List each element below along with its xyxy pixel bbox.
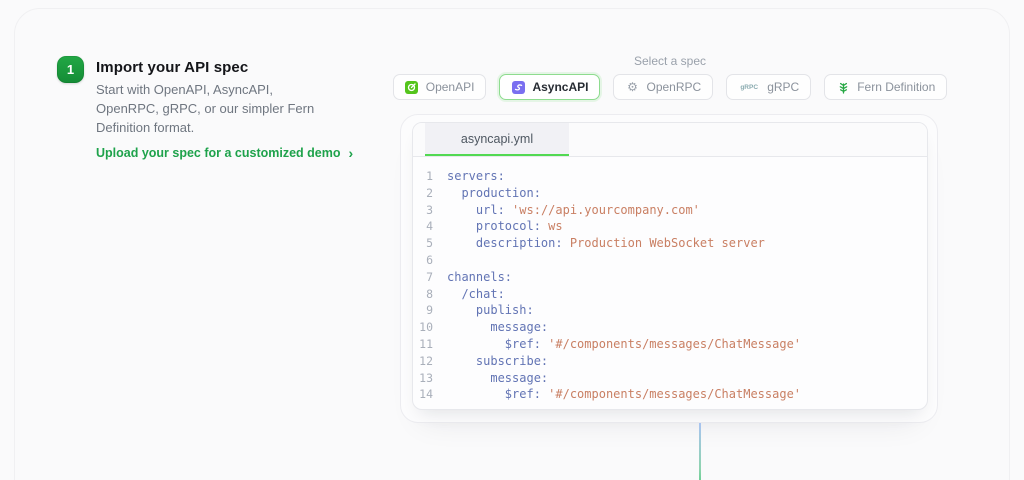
fern-icon <box>836 80 850 94</box>
chevron-right-icon: › <box>349 146 354 160</box>
line-number: 8 <box>413 286 447 303</box>
line-number: 2 <box>413 185 447 202</box>
spec-button-openapi[interactable]: OpenAPI <box>393 74 487 100</box>
spec-button-asyncapi[interactable]: AsyncAPI <box>499 74 600 100</box>
spec-button-label: gRPC <box>767 80 799 94</box>
line-number: 13 <box>413 370 447 387</box>
spec-button-openrpc[interactable]: ⚙ OpenRPC <box>613 74 713 100</box>
step-description: Start with OpenAPI, AsyncAPI, OpenRPC, g… <box>96 81 320 138</box>
spec-button-fern-definition[interactable]: Fern Definition <box>824 74 947 100</box>
editor-tab-bar: asyncapi.yml <box>413 123 927 157</box>
code-text: publish: <box>447 302 534 319</box>
asyncapi-icon <box>511 80 525 94</box>
grpc-icon: gRPC <box>738 80 760 94</box>
code-line: 8 /chat: <box>413 286 927 303</box>
step-number-badge: 1 <box>57 56 84 83</box>
code-text: url: 'ws://api.yourcompany.com' <box>447 202 700 219</box>
code-line: 4 protocol: ws <box>413 218 927 235</box>
line-number: 5 <box>413 235 447 252</box>
code-line: 11 $ref: '#/components/messages/ChatMess… <box>413 336 927 353</box>
code-text: $ref: '#/components/messages/ChatMessage… <box>447 386 801 403</box>
code-text: subscribe: <box>447 353 548 370</box>
code-text: servers: <box>447 168 505 185</box>
line-number: 7 <box>413 269 447 286</box>
line-number: 4 <box>413 218 447 235</box>
code-line: 9 publish: <box>413 302 927 319</box>
code-line: 5 description: Production WebSocket serv… <box>413 235 927 252</box>
spec-button-label: Fern Definition <box>857 80 935 94</box>
spec-button-label: OpenAPI <box>426 80 475 94</box>
upload-spec-link-label: Upload your spec for a customized demo <box>96 146 341 160</box>
step-title: Import your API spec <box>96 59 248 76</box>
code-text: /chat: <box>447 286 505 303</box>
flow-connector-line <box>699 423 701 480</box>
code-text: channels: <box>447 269 512 286</box>
code-line: 12 subscribe: <box>413 353 927 370</box>
spec-button-label: OpenRPC <box>646 80 701 94</box>
spec-button-grpc[interactable]: gRPC gRPC <box>726 74 811 100</box>
code-line: 14 $ref: '#/components/messages/ChatMess… <box>413 386 927 403</box>
line-number: 14 <box>413 386 447 403</box>
openapi-icon <box>405 80 419 94</box>
code-area[interactable]: 1servers:2 production:3 url: 'ws://api.y… <box>413 157 927 403</box>
code-text: $ref: '#/components/messages/ChatMessage… <box>447 336 801 353</box>
spec-button-label: AsyncAPI <box>532 80 588 94</box>
code-line: 6 <box>413 252 927 269</box>
line-number: 1 <box>413 168 447 185</box>
line-number: 10 <box>413 319 447 336</box>
line-number: 12 <box>413 353 447 370</box>
code-text: message: <box>447 319 548 336</box>
code-line: 13 message: <box>413 370 927 387</box>
tab-asyncapi-yml[interactable]: asyncapi.yml <box>425 123 569 156</box>
code-line: 7channels: <box>413 269 927 286</box>
line-number: 11 <box>413 336 447 353</box>
upload-spec-link[interactable]: Upload your spec for a customized demo › <box>96 146 353 160</box>
line-number: 3 <box>413 202 447 219</box>
code-line: 10 message: <box>413 319 927 336</box>
code-text: protocol: ws <box>447 218 563 235</box>
select-a-spec-label: Select a spec <box>400 54 940 68</box>
code-text: description: Production WebSocket server <box>447 235 765 252</box>
code-line: 2 production: <box>413 185 927 202</box>
openrpc-icon: ⚙ <box>625 80 639 94</box>
code-text: production: <box>447 185 541 202</box>
code-editor-panel: asyncapi.yml 1servers:2 production:3 url… <box>412 122 928 410</box>
code-text: message: <box>447 370 548 387</box>
spec-button-row: OpenAPI AsyncAPI ⚙ OpenRPC gRPC gRPC Fer <box>390 74 950 100</box>
line-number: 6 <box>413 252 447 269</box>
code-line: 3 url: 'ws://api.yourcompany.com' <box>413 202 927 219</box>
line-number: 9 <box>413 302 447 319</box>
code-line: 1servers: <box>413 168 927 185</box>
